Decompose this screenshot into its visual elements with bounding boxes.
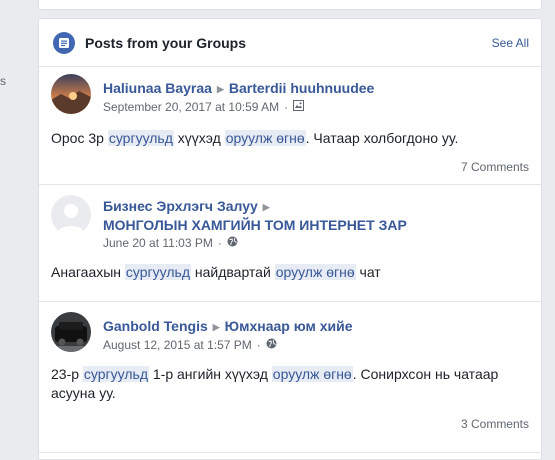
text-segment: . Чатаар холбогдоно уу. bbox=[305, 130, 459, 146]
separator-dot: · bbox=[217, 236, 222, 250]
author-name[interactable]: Бизнес Эрхлэгч Залуу bbox=[103, 198, 258, 214]
highlighted-term[interactable]: сургуульд bbox=[82, 366, 149, 382]
highlighted-term[interactable]: оруулж өгнө bbox=[271, 366, 353, 382]
avatar[interactable] bbox=[51, 195, 91, 235]
author-name[interactable]: Ganbold Tengis bbox=[103, 318, 208, 334]
image-icon bbox=[293, 99, 305, 115]
text-segment: найдвартай bbox=[190, 264, 275, 280]
arrow-right-icon: ▶ bbox=[212, 322, 220, 332]
highlighted-term[interactable]: сургуульд bbox=[107, 130, 174, 146]
separator-dot: · bbox=[284, 100, 289, 114]
news-feed-icon bbox=[53, 31, 75, 54]
comments-count-link[interactable]: 3 Comments bbox=[39, 417, 541, 431]
separator-dot: · bbox=[256, 338, 261, 352]
avatar[interactable] bbox=[51, 312, 91, 352]
posts-from-groups-card: Posts from your Groups See All Haliunaa … bbox=[38, 18, 542, 460]
card-title: Posts from your Groups bbox=[85, 34, 247, 51]
comments-count-link[interactable]: 7 Comments bbox=[39, 160, 541, 174]
sidebar-text-fragment: s bbox=[0, 74, 6, 88]
group-name[interactable]: Юмхнаар юм хийе bbox=[225, 318, 353, 334]
group-post: Ganbold Tengis ▶ Юмхнаар юм хийе August 12… bbox=[39, 302, 541, 453]
post-body: Анагаахын сургуульд найдвартай оруулж өг… bbox=[39, 263, 541, 282]
group-post: Haliunaa Bayraa ▶ Barterdii huuhnuudee Sep… bbox=[39, 67, 541, 185]
highlighted-term[interactable]: сургуульд bbox=[124, 264, 191, 280]
globe-icon bbox=[227, 235, 238, 251]
post-timestamp[interactable]: September 20, 2017 at 10:59 AM bbox=[103, 99, 279, 115]
text-segment: 1-р ангийн хүүхэд bbox=[148, 366, 272, 382]
text-segment: Орос 3р bbox=[51, 130, 108, 146]
avatar[interactable] bbox=[51, 74, 91, 114]
highlighted-term[interactable]: оруулж өгнө bbox=[224, 130, 306, 146]
see-all-link[interactable]: See All bbox=[492, 36, 529, 50]
post-timestamp[interactable]: August 12, 2015 at 1:57 PM bbox=[103, 337, 252, 353]
post-body: Орос 3р сургуульд хүүхэд оруулж өгнө. Ча… bbox=[39, 129, 541, 148]
post-body: 23-р сургуульд 1-р ангийн хүүхэд оруулж … bbox=[39, 365, 533, 403]
text-segment: 23-р bbox=[51, 366, 83, 382]
highlighted-term[interactable]: оруулж өгнө bbox=[274, 264, 356, 280]
arrow-right-icon: ▶ bbox=[216, 84, 224, 94]
post-timestamp[interactable]: June 20 at 11:03 PM bbox=[103, 235, 213, 251]
arrow-right-icon: ▶ bbox=[262, 202, 270, 212]
group-name[interactable]: МОНГОЛЫН ХАМГИЙН ТОМ ИНТЕРНЕТ ЗАР bbox=[103, 217, 407, 233]
text-segment: Анагаахын bbox=[51, 264, 125, 280]
globe-icon bbox=[266, 337, 277, 353]
left-sidebar: s bbox=[0, 0, 38, 453]
group-post: Бизнес Эрхлэгч Залуу ▶ МОНГОЛЫН ХАМГИЙН Т… bbox=[39, 185, 541, 302]
group-name[interactable]: Barterdii huuhnuudee bbox=[229, 80, 374, 96]
text-segment: хүүхэд bbox=[173, 130, 225, 146]
text-segment: чат bbox=[355, 264, 381, 280]
author-name[interactable]: Haliunaa Bayraa bbox=[103, 80, 212, 96]
card-header: Posts from your Groups See All bbox=[39, 19, 541, 67]
previous-card-edge bbox=[38, 0, 542, 10]
